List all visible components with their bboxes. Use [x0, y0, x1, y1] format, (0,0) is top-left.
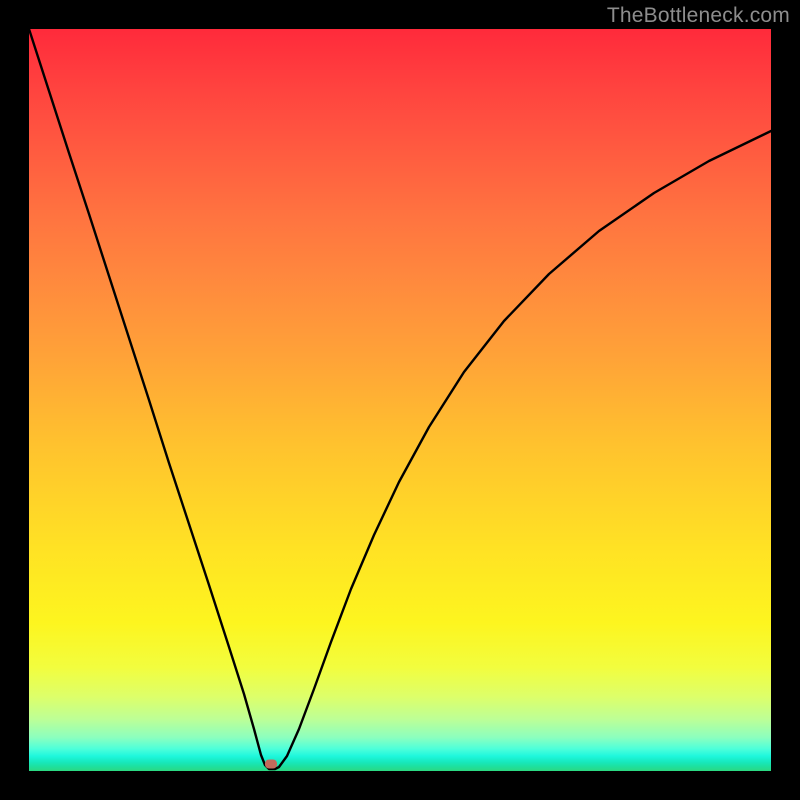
- bottleneck-curve: [29, 29, 771, 771]
- chart-frame: TheBottleneck.com: [0, 0, 800, 800]
- watermark-text: TheBottleneck.com: [607, 4, 790, 28]
- optimum-marker: [265, 760, 277, 769]
- plot-area: [29, 29, 771, 771]
